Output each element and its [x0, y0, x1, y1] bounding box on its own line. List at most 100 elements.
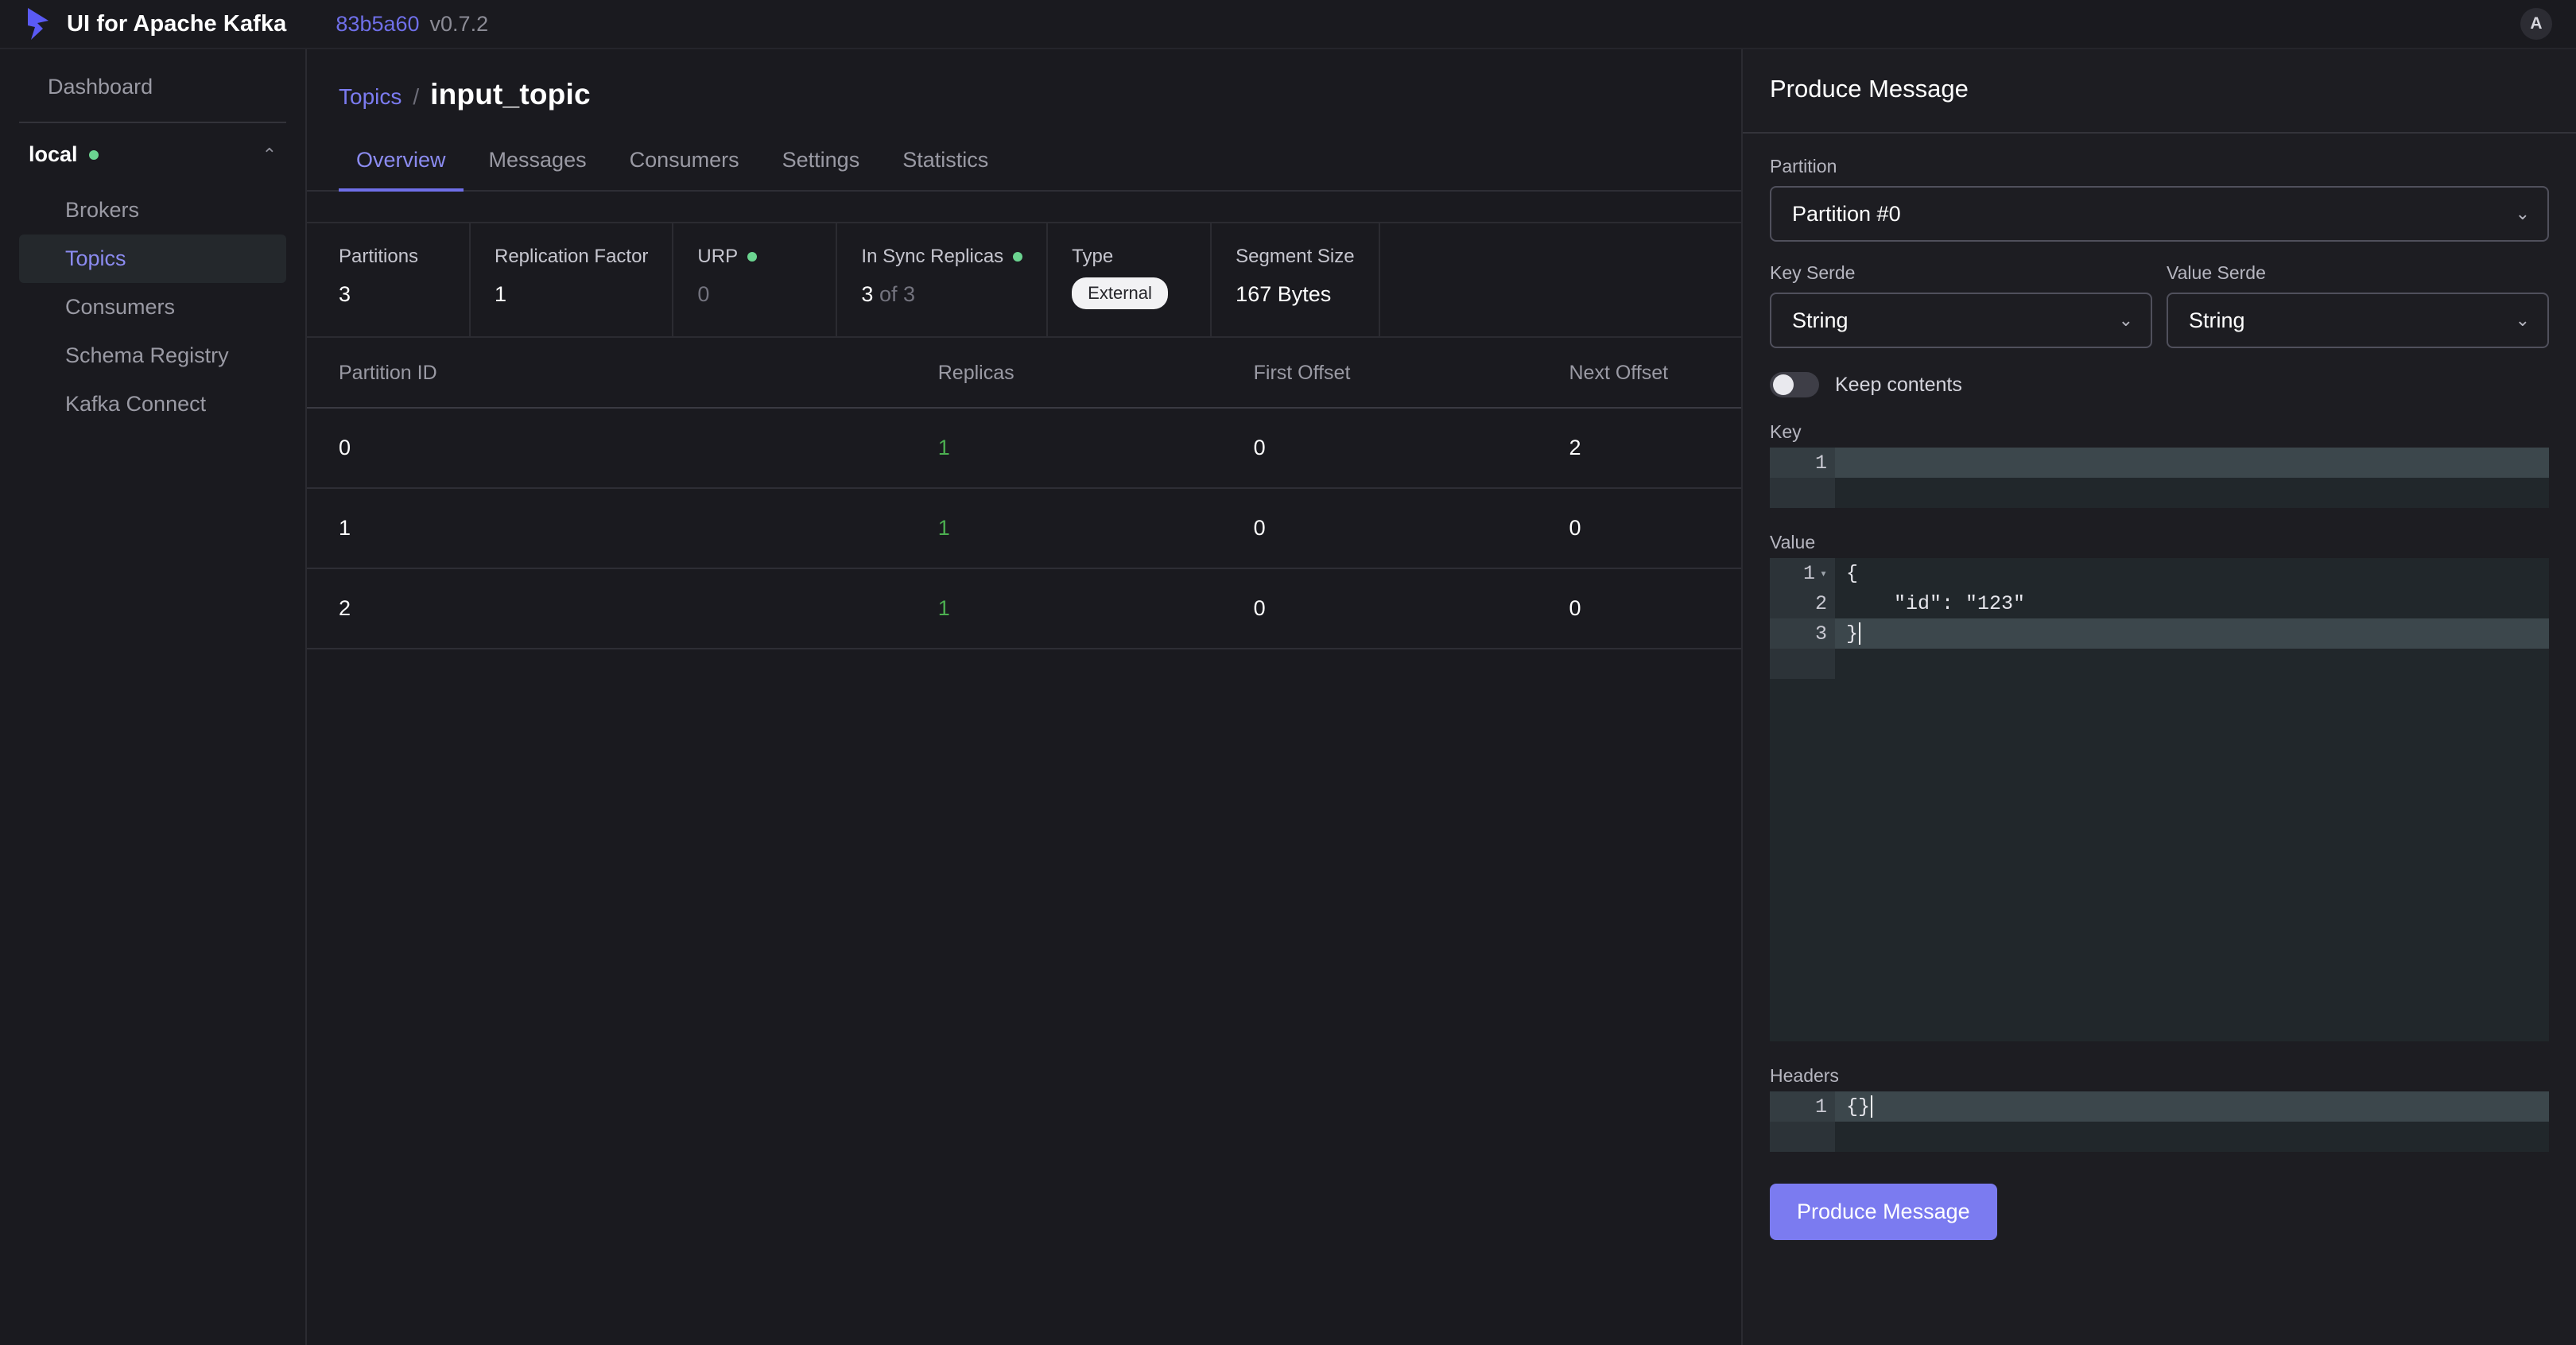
partition-select-value: Partition #0 [1792, 201, 1901, 226]
value-serde-label: Value Serde [2167, 262, 2266, 283]
body-row: Dashboard local ⌃ Brokers Topics Consume… [0, 49, 2576, 1345]
cluster-header[interactable]: local ⌃ [0, 128, 305, 181]
sidebar-item-dashboard[interactable]: Dashboard [19, 64, 286, 110]
column-header-next-offset[interactable]: Next Offset [1569, 338, 1741, 409]
table-header-row: Partition ID Replicas First Offset Next … [307, 338, 1741, 409]
metric-partitions-value: 3 [339, 282, 351, 306]
gutter-filler [1770, 1122, 1835, 1152]
metric-in-sync-replicas-label: In Sync Replicas [861, 246, 1023, 268]
line-number: 1 [1770, 1091, 1835, 1122]
key-serde-label: Key Serde [1770, 262, 1856, 283]
tab-messages[interactable]: Messages [471, 137, 604, 192]
breadcrumb-topics-link[interactable]: Topics [339, 84, 402, 110]
editor-line[interactable]: 1 [1770, 448, 2549, 478]
status-badge: External [1072, 277, 1168, 309]
sidebar-item-topics[interactable]: Topics [19, 235, 286, 283]
key-editor[interactable]: 1 [1770, 448, 2549, 508]
keep-contents-label: Keep contents [1835, 373, 1962, 396]
headers-editor[interactable]: 1 {} [1770, 1091, 2549, 1152]
line-number: 2 [1770, 588, 1835, 618]
partition-label: Partition [1770, 156, 1837, 176]
tab-settings[interactable]: Settings [765, 137, 878, 192]
sidebar-divider [19, 122, 286, 123]
column-header-replicas[interactable]: Replicas [937, 338, 1254, 409]
editor-line[interactable]: 2 "id": "123" [1770, 588, 2549, 618]
metric-partitions-label: Partitions [339, 246, 419, 267]
toggle-knob [1773, 374, 1794, 395]
keep-contents-toggle[interactable] [1770, 372, 1819, 397]
value-serde-select[interactable]: String ⌄ [2167, 293, 2549, 348]
produce-message-button[interactable]: Produce Message [1770, 1184, 1997, 1240]
metric-segment-size-label: Segment Size [1236, 246, 1355, 267]
chevron-up-icon[interactable]: ⌃ [262, 145, 277, 164]
tab-overview[interactable]: Overview [339, 137, 464, 192]
panel-title: Produce Message [1770, 75, 1969, 103]
gutter-filler [1770, 478, 1835, 508]
editor-filler [1770, 649, 2549, 679]
cell-replicas: 1 [937, 568, 1254, 649]
tab-consumers[interactable]: Consumers [612, 137, 757, 192]
editor-line[interactable]: 1 {} [1770, 1091, 2549, 1122]
key-serde-select[interactable]: String ⌄ [1770, 293, 2152, 348]
top-bar: UI for Apache Kafka 83b5a60 v0.7.2 A [0, 0, 2576, 49]
editor-line-text: { [1846, 561, 1859, 585]
avatar[interactable]: A [2520, 8, 2552, 40]
partition-select[interactable]: Partition #0 ⌄ [1770, 186, 2549, 242]
editor-filler [1770, 478, 2549, 508]
key-serde-select-value: String [1792, 308, 1849, 332]
app-version: v0.7.2 [429, 11, 489, 36]
partitions-table-head: Partition ID Replicas First Offset Next … [307, 338, 1741, 409]
editor-line-content: {} [1846, 1095, 1871, 1118]
isr-count: 3 [861, 282, 874, 306]
sidebar-item-brokers[interactable]: Brokers [19, 186, 286, 235]
cell-first-offset: 0 [1253, 408, 1569, 489]
chevron-down-icon: ⌄ [2515, 310, 2530, 330]
cell-partition-id: 2 [307, 568, 938, 649]
metric-in-sync-replicas: In Sync Replicas 3 of 3 [837, 223, 1049, 336]
isr-total: of 3 [873, 282, 915, 306]
kafka-ui-logo-icon[interactable] [19, 2, 62, 45]
table-row[interactable]: 2 1 0 0 [307, 568, 1741, 649]
column-header-partition-id[interactable]: Partition ID [307, 338, 938, 409]
cluster-online-dot-icon [88, 149, 99, 160]
gutter-filler [1770, 649, 1835, 679]
editor-line-text: } [1835, 622, 1861, 645]
table-row[interactable]: 0 1 0 2 [307, 408, 1741, 489]
metric-segment-size-value: 167 Bytes [1236, 282, 1332, 306]
key-editor-label: Key [1770, 421, 1802, 442]
cell-next-offset: 2 [1569, 408, 1741, 489]
tab-statistics[interactable]: Statistics [885, 137, 1006, 192]
metric-in-sync-replicas-value: 3 of 3 [861, 282, 1022, 307]
chevron-down-icon: ⌄ [2515, 203, 2530, 223]
keep-contents-row[interactable]: Keep contents [1770, 372, 2549, 397]
sidebar: Dashboard local ⌃ Brokers Topics Consume… [0, 49, 307, 1345]
editor-line[interactable]: 3 } [1770, 618, 2549, 649]
cell-first-offset: 0 [1253, 488, 1569, 569]
sidebar-item-consumers[interactable]: Consumers [19, 283, 286, 331]
metric-type-label: Type [1072, 246, 1114, 267]
metric-replication-factor-label: Replication Factor [495, 246, 649, 267]
sidebar-item-kafka-connect[interactable]: Kafka Connect [19, 380, 286, 428]
line-number-text: 1 [1802, 561, 1815, 585]
editor-line[interactable]: 1 ▾ { [1770, 558, 2549, 588]
cell-replicas: 1 [937, 408, 1254, 489]
value-serde-field: Value Serde String ⌄ [2167, 262, 2549, 348]
commit-hash[interactable]: 83b5a60 [336, 12, 419, 37]
breadcrumb: Topics / input_topic [307, 49, 1741, 111]
metric-urp: URP 0 [673, 223, 838, 336]
serde-row: Key Serde String ⌄ Value Serde String ⌄ [1770, 262, 2549, 348]
column-header-first-offset[interactable]: First Offset [1253, 338, 1569, 409]
fold-arrow-icon[interactable]: ▾ [1820, 566, 1827, 581]
editor-line-text: {} [1835, 1095, 1873, 1118]
sidebar-item-schema-registry[interactable]: Schema Registry [19, 331, 286, 380]
metric-replication-factor: Replication Factor 1 [471, 223, 674, 336]
value-editor-label: Value [1770, 532, 1816, 552]
value-editor[interactable]: 1 ▾ { 2 "id": "123" 3 } [1770, 558, 2549, 1041]
app-root: UI for Apache Kafka 83b5a60 v0.7.2 A Das… [0, 0, 2576, 1345]
produce-message-panel: Produce Message Partition Partition #0 ⌄… [1741, 49, 2576, 1345]
topic-tabs: Overview Messages Consumers Settings Sta… [307, 135, 1741, 192]
sidebar-top: Dashboard [0, 64, 305, 110]
table-row[interactable]: 1 1 0 0 [307, 488, 1741, 569]
brand-title: UI for Apache Kafka [67, 10, 287, 37]
text-caret [1859, 622, 1861, 645]
